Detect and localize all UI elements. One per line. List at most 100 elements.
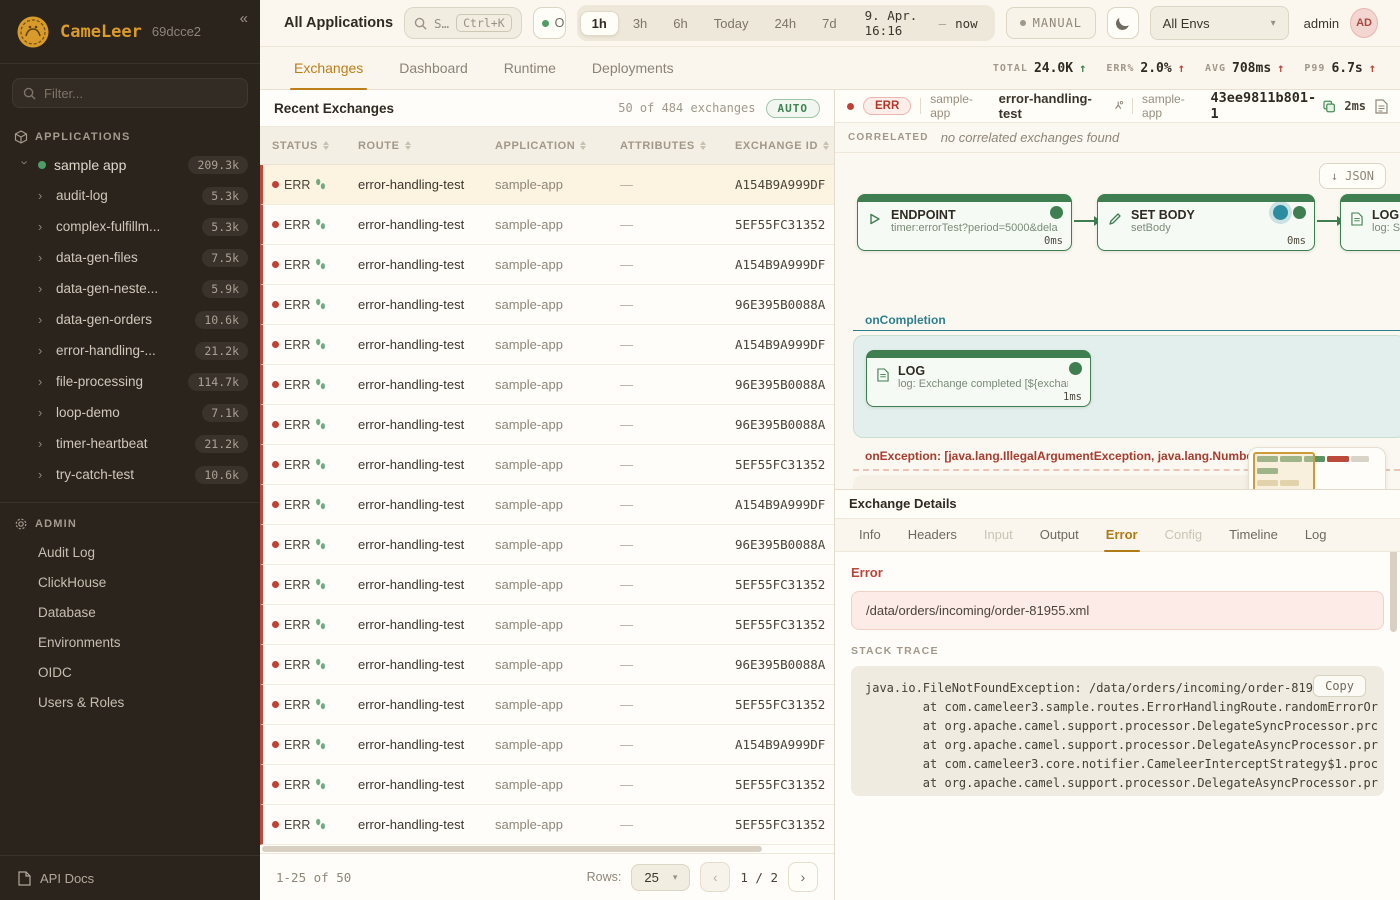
sidebar-route-item[interactable]: › audit-log 5.3k <box>0 180 260 211</box>
manual-refresh-button[interactable]: MANUAL <box>1006 7 1096 39</box>
download-json-button[interactable]: ↓ JSON <box>1319 163 1386 189</box>
table-row[interactable]: ERR error-handling-test sample-app — 96E… <box>260 365 834 405</box>
chevron-right-icon[interactable]: › <box>38 281 48 296</box>
chevron-right-icon[interactable]: › <box>38 219 48 234</box>
column-header[interactable]: APPLICATION <box>495 140 620 152</box>
chevron-right-icon[interactable]: › <box>38 312 48 327</box>
column-header[interactable]: EXCHANGE ID <box>735 140 834 152</box>
sidebar-route-item[interactable]: › data-gen-neste... 5.9k <box>0 273 260 304</box>
sidebar-route-item[interactable]: › loop-demo 7.1k <box>0 397 260 428</box>
next-page-button[interactable]: › <box>788 862 818 892</box>
table-row[interactable]: ERR error-handling-test sample-app — 5EF… <box>260 685 834 725</box>
table-row[interactable]: ERR error-handling-test sample-app — 5EF… <box>260 765 834 805</box>
time-range-button[interactable]: Today <box>702 11 761 36</box>
details-tab[interactable]: Log <box>1305 519 1327 551</box>
nav-tab[interactable]: Deployments <box>592 47 674 89</box>
dark-mode-toggle[interactable] <box>1107 7 1139 39</box>
chevron-right-icon[interactable]: › <box>38 436 48 451</box>
table-row[interactable]: ERR error-handling-test sample-app — A15… <box>260 165 834 205</box>
rows-per-page-select[interactable]: 25 ▾ <box>631 864 690 891</box>
auto-refresh-badge[interactable]: AUTO <box>766 99 821 118</box>
sidebar-collapse-icon[interactable]: « <box>240 10 248 27</box>
horizontal-scrollbar[interactable] <box>260 845 834 854</box>
route-flow-canvas[interactable]: ↓ JSON ENDPOINT timer:errorTest?period=5… <box>835 153 1400 489</box>
copy-icon[interactable] <box>1323 100 1335 113</box>
time-range-button[interactable]: 24h <box>762 11 808 36</box>
sidebar-route-item[interactable]: › try-catch-test 10.6k <box>0 459 260 490</box>
sidebar-filter-input[interactable]: Filter... <box>12 78 248 108</box>
sidebar-item-sample-app[interactable]: › sample app 209.3k <box>0 150 260 180</box>
copy-button[interactable]: Copy <box>1313 675 1366 697</box>
table-row[interactable]: ERR error-handling-test sample-app — 96E… <box>260 405 834 445</box>
sidebar-route-item[interactable]: › complex-fulfillm... 5.3k <box>0 211 260 242</box>
table-row[interactable]: ERR error-handling-test sample-app — 5EF… <box>260 445 834 485</box>
table-row[interactable]: ERR error-handling-test sample-app — 96E… <box>260 525 834 565</box>
detail-route-link[interactable]: error-handling-test <box>999 91 1123 121</box>
table-row[interactable]: ERR error-handling-test sample-app — 5EF… <box>260 565 834 605</box>
chevron-right-icon[interactable]: › <box>38 405 48 420</box>
column-header[interactable]: STATUS <box>272 140 358 152</box>
table-row[interactable]: ERR error-handling-test sample-app — 5EF… <box>260 805 834 845</box>
details-tab[interactable]: Input <box>984 519 1013 551</box>
chevron-right-icon[interactable]: › <box>38 188 48 203</box>
chevron-right-icon[interactable]: › <box>38 250 48 265</box>
nav-tab[interactable]: Runtime <box>504 47 556 89</box>
table-row[interactable]: ERR error-handling-test sample-app — 96E… <box>260 285 834 325</box>
sidebar-route-item[interactable]: › timer-heartbeat 21.2k <box>0 428 260 459</box>
open-log-icon[interactable] <box>1375 99 1388 114</box>
details-tab[interactable]: Timeline <box>1229 519 1278 551</box>
details-tab[interactable]: Info <box>859 519 881 551</box>
steps-icon <box>315 178 326 191</box>
sidebar-route-item[interactable]: › data-gen-orders 10.6k <box>0 304 260 335</box>
nav-tab[interactable]: Exchanges <box>294 47 363 89</box>
details-tab[interactable]: Error <box>1106 519 1138 551</box>
flow-minimap[interactable] <box>1248 447 1386 489</box>
global-search-input[interactable]: S… Ctrl+K <box>404 7 522 39</box>
flow-node-setbody[interactable]: SET BODY setBody 0ms <box>1097 194 1315 251</box>
time-range-button[interactable]: 6h <box>661 11 699 36</box>
column-header[interactable]: ROUTE <box>358 140 495 152</box>
sidebar-admin-item[interactable]: Users & Roles <box>0 687 260 717</box>
column-header[interactable]: ATTRIBUTES <box>620 140 735 152</box>
sidebar-admin-item[interactable]: Database <box>0 597 260 627</box>
table-row[interactable]: ERR error-handling-test sample-app — A15… <box>260 485 834 525</box>
camel-logo <box>16 15 50 49</box>
sidebar-route-item[interactable]: › error-handling-... 21.2k <box>0 335 260 366</box>
environment-select[interactable]: All Envs ▾ <box>1150 6 1289 40</box>
avatar[interactable]: AD <box>1350 8 1378 38</box>
nav-tab[interactable]: Dashboard <box>399 47 468 89</box>
status-badge: ERR <box>863 97 911 115</box>
table-row[interactable]: ERR error-handling-test sample-app — 96E… <box>260 645 834 685</box>
time-range-button[interactable]: 3h <box>621 11 659 36</box>
table-row[interactable]: ERR error-handling-test sample-app — 5EF… <box>260 205 834 245</box>
status-text: ERR <box>284 418 310 432</box>
date-range-display[interactable]: 9. Apr. 16:16 – now <box>851 8 992 38</box>
chevron-right-icon[interactable]: › <box>38 467 48 482</box>
sidebar-item-api-docs[interactable]: API Docs <box>0 855 260 900</box>
sidebar-route-item[interactable]: › file-processing 114.7k <box>0 366 260 397</box>
sidebar-admin-item[interactable]: OIDC <box>0 657 260 687</box>
time-range-button[interactable]: 1h <box>580 11 619 36</box>
details-tab[interactable]: Headers <box>908 519 957 551</box>
flow-node-log[interactable]: LOG log: Sta <box>1340 194 1400 251</box>
table-row[interactable]: ERR error-handling-test sample-app — A15… <box>260 245 834 285</box>
details-tab[interactable]: Config <box>1165 519 1203 551</box>
table-row[interactable]: ERR error-handling-test sample-app — A15… <box>260 325 834 365</box>
chevron-right-icon[interactable]: › <box>38 343 48 358</box>
table-row[interactable]: ERR error-handling-test sample-app — 5EF… <box>260 605 834 645</box>
details-tab[interactable]: Output <box>1040 519 1079 551</box>
sidebar-admin-item[interactable]: Audit Log <box>0 537 260 567</box>
flow-node-completion-log[interactable]: LOG log: Exchange completed [${exchan 1m… <box>866 350 1091 407</box>
sidebar-admin-item[interactable]: Environments <box>0 627 260 657</box>
table-row[interactable]: ERR error-handling-test sample-app — A15… <box>260 725 834 765</box>
scrollbar-thumb[interactable] <box>262 846 762 852</box>
minimap-viewport[interactable] <box>1253 452 1315 489</box>
time-range-button[interactable]: 7d <box>810 11 848 36</box>
chevron-right-icon[interactable]: › <box>38 374 48 389</box>
sidebar-route-item[interactable]: › data-gen-files 7.5k <box>0 242 260 273</box>
chevron-down-icon[interactable]: › <box>18 160 33 170</box>
vertical-scrollbar[interactable] <box>1390 552 1397 632</box>
flow-node-endpoint[interactable]: ENDPOINT timer:errorTest?period=5000&del… <box>857 194 1072 251</box>
prev-page-button[interactable]: ‹ <box>700 862 730 892</box>
sidebar-admin-item[interactable]: ClickHouse <box>0 567 260 597</box>
